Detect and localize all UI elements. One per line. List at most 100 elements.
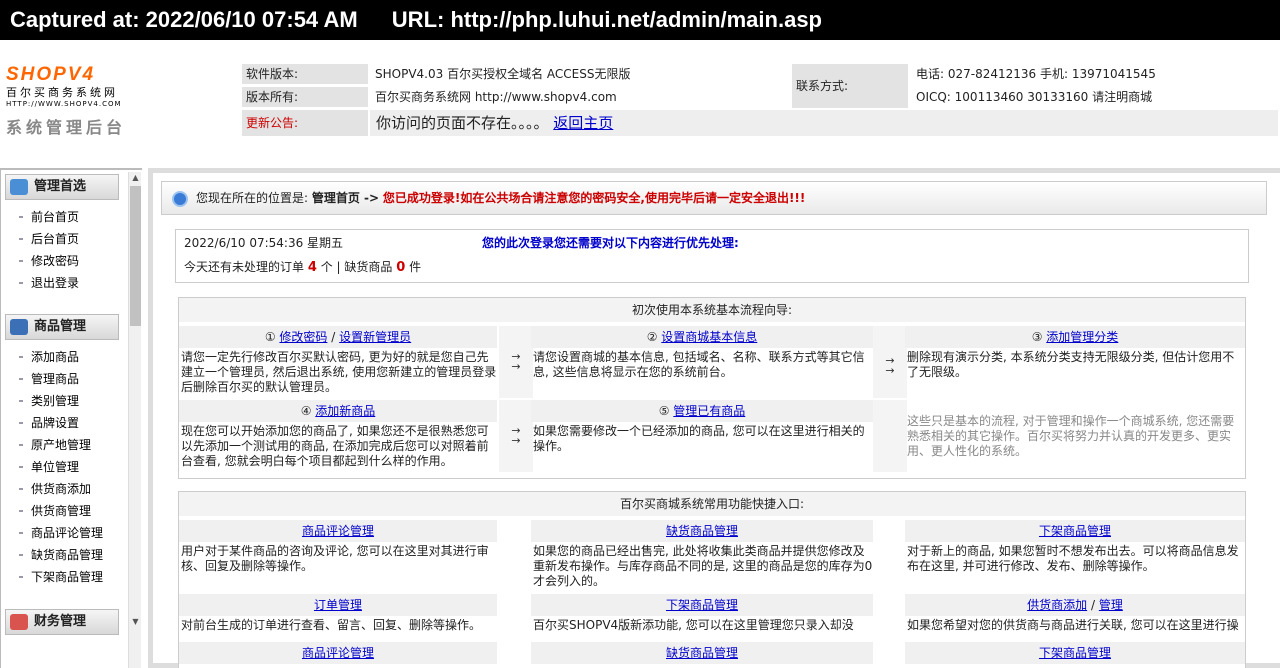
menu-item-origin[interactable]: 原产地管理 bbox=[19, 436, 91, 454]
status-box: 2022/6/10 07:54:36 星期五 您的此次登录您还需要对以下内容进行… bbox=[175, 229, 1249, 283]
quick-link-reviews-2[interactable]: 商品评论管理 bbox=[302, 646, 374, 660]
main-panel: 您现在所在的位置是: 管理首页 -> 您已成功登录!如在公共场合请注意您的密码安… bbox=[148, 168, 1280, 668]
menu-item-add-supplier[interactable]: 供货商添加 bbox=[19, 480, 91, 498]
menu-item-admin-home[interactable]: 后台首页 bbox=[19, 230, 79, 248]
step-1-sep: / bbox=[331, 330, 336, 344]
step-3-link[interactable]: 添加管理分类 bbox=[1046, 330, 1118, 344]
step-3-desc: 删除现有演示分类, 本系统分类支持无限级分类, 但估计您用不了无限级。 bbox=[907, 350, 1235, 379]
quick-desc-1: 用户对于某件商品的咨询及评论, 您可以在这里对其进行审核、回复及删除等操作。 bbox=[181, 544, 489, 573]
wizard-table: 初次使用本系统基本流程向导: ① 修改密码 / 设置新管理员 请您一定先行修改百… bbox=[178, 297, 1246, 479]
quick-item-4: 订单管理 bbox=[179, 594, 497, 616]
owner-value: 百尔买商务系统网 http://www.shopv4.com bbox=[375, 90, 617, 104]
step-2-desc: 请您设置商城的基本信息, 包括域名、名称、联系方式等其它信息, 这些信息将显示在… bbox=[533, 350, 865, 379]
owner-label: 版本所有: bbox=[242, 87, 368, 107]
menu-item-manage-goods[interactable]: 管理商品 bbox=[19, 370, 79, 388]
logo-subtitle: 系统管理后台 bbox=[6, 118, 127, 137]
notice-home-link[interactable]: 返回主页 bbox=[553, 114, 613, 132]
menu-item-logout[interactable]: 退出登录 bbox=[19, 274, 79, 292]
logo-cn: 百尔买商务系统网 bbox=[6, 86, 118, 99]
quick-item-2: 缺货商品管理 bbox=[531, 520, 873, 542]
step-4-num: ④ bbox=[300, 404, 312, 418]
step-1-desc: 请您一定先行修改百尔买默认密码, 更为好的就是您自己先建立一个管理员, 然后退出… bbox=[181, 350, 497, 394]
logo-brand: SHOPV4 bbox=[6, 64, 96, 85]
step-4-desc: 现在您可以开始添加您的商品了, 如果您还不是很熟悉您可以先添加一个测试用的商品,… bbox=[181, 424, 489, 468]
step-5-link[interactable]: 管理已有商品 bbox=[673, 404, 745, 418]
quick-desc-4: 对前台生成的订单进行查看、留言、回复、删除等操作。 bbox=[181, 618, 482, 632]
menu-item-reviews[interactable]: 商品评论管理 bbox=[19, 524, 103, 542]
step-2-link[interactable]: 设置商城基本信息 bbox=[661, 330, 757, 344]
quick-table: 百尔买商城系统常用功能快捷入口: 商品评论管理 用户对于某件商品的咨询及评论, … bbox=[178, 491, 1246, 668]
menu-item-add-goods[interactable]: 添加商品 bbox=[19, 348, 79, 366]
logo: SHOPV4 百尔买商务系统网 HTTP://WWW.SHOPV4.COM 系统… bbox=[6, 64, 146, 140]
goods-icon bbox=[10, 319, 28, 335]
login-datetime: 2022/6/10 07:54:36 星期五 bbox=[184, 236, 344, 250]
notice-label: 更新公告: bbox=[242, 110, 368, 136]
arrow-icon: → → bbox=[873, 326, 907, 398]
section-goods[interactable]: 商品管理 bbox=[5, 314, 119, 340]
info-icon bbox=[172, 191, 188, 207]
quick-desc-6: 如果您希望对您的供货商与商品进行关联, 您可以在这里进行操 bbox=[907, 618, 1239, 632]
menu-item-front-home[interactable]: 前台首页 bbox=[19, 208, 79, 226]
logo-url: HTTP://WWW.SHOPV4.COM bbox=[6, 100, 122, 108]
quick-item-5: 下架商品管理 bbox=[531, 594, 873, 616]
menu-item-brand[interactable]: 品牌设置 bbox=[19, 414, 79, 432]
notice-bar: 你访问的页面不存在。。。。 返回主页 bbox=[370, 110, 1278, 136]
wizard-note: 这些只是基本的流程, 对于管理和操作一个商城系统, 您还需要熟悉相关的其它操作。… bbox=[907, 414, 1235, 458]
quick-desc-2: 如果您的商品已经出售完, 此处将收集此类商品并提供您修改及重新发布操作。与库存商… bbox=[533, 544, 873, 588]
section-finance[interactable]: 财务管理 bbox=[5, 609, 119, 635]
header: SHOPV4 百尔买商务系统网 HTTP://WWW.SHOPV4.COM 系统… bbox=[0, 40, 1280, 140]
quick-link-add-supplier[interactable]: 供货商添加 bbox=[1027, 598, 1087, 612]
step-1-link2[interactable]: 设置新管理员 bbox=[339, 330, 411, 344]
arrow-2b: → bbox=[885, 364, 895, 377]
quick-link-manage-supplier[interactable]: 管理 bbox=[1099, 598, 1123, 612]
quick-link-offshelf-2[interactable]: 下架商品管理 bbox=[666, 598, 738, 612]
menu-item-category[interactable]: 类别管理 bbox=[19, 392, 79, 410]
wizard-step-5: ⑤ 管理已有商品 bbox=[531, 400, 873, 422]
quick-item-9: 下架商品管理 bbox=[905, 642, 1245, 664]
quick-link-orders[interactable]: 订单管理 bbox=[314, 598, 362, 612]
sidebar: ▲ ▼ 管理首选 前台首页 后台首页 修改密码 退出登录 商品管理 添加商品 管… bbox=[0, 168, 142, 668]
quick-link-stockout[interactable]: 缺货商品管理 bbox=[666, 524, 738, 538]
orders-count: 4 bbox=[307, 260, 317, 275]
arrow-3b: → bbox=[511, 434, 521, 447]
login-warning: 您已成功登录!如在公共场合请注意您的密码安全,使用完毕后请一定安全退出!!! bbox=[382, 191, 806, 205]
quick-sep: / bbox=[1090, 598, 1096, 612]
contact-label: 联系方式: bbox=[792, 64, 908, 108]
contact-phone: 电话: 027-82412136 手机: 13971041545 bbox=[916, 67, 1156, 81]
menu-item-unit[interactable]: 单位管理 bbox=[19, 458, 79, 476]
location-prefix: 您现在所在的位置是: bbox=[196, 191, 309, 205]
step-5-num: ⑤ bbox=[658, 404, 670, 418]
step-4-link[interactable]: 添加新商品 bbox=[315, 404, 375, 418]
notice-text: 你访问的页面不存在。。。。 bbox=[376, 114, 549, 132]
sidebar-scrollbar[interactable]: ▲ ▼ bbox=[128, 172, 141, 668]
quick-link-stockout-2[interactable]: 缺货商品管理 bbox=[666, 646, 738, 660]
section-home-title: 管理首选 bbox=[34, 179, 87, 194]
scroll-thumb[interactable] bbox=[130, 186, 141, 326]
step-1-num: ① bbox=[264, 330, 276, 344]
section-home[interactable]: 管理首选 bbox=[5, 174, 119, 200]
stockout-count: 0 bbox=[396, 260, 406, 275]
capture-bar: Captured at: 2022/06/10 07:54 AM URL: ht… bbox=[0, 0, 1280, 40]
capture-url: URL: http://php.luhui.net/admin/main.asp bbox=[391, 7, 822, 32]
scroll-down-icon[interactable]: ▼ bbox=[129, 616, 142, 628]
wizard-title: 初次使用本系统基本流程向导: bbox=[179, 298, 1245, 322]
menu-item-change-password[interactable]: 修改密码 bbox=[19, 252, 79, 270]
section-finance-title: 财务管理 bbox=[34, 614, 87, 629]
menu-item-offshelf[interactable]: 下架商品管理 bbox=[19, 568, 103, 586]
quick-link-offshelf-3[interactable]: 下架商品管理 bbox=[1039, 646, 1111, 660]
contact-qq: OICQ: 100113460 30133160 请注明商城 bbox=[916, 90, 1153, 104]
step-1-link[interactable]: 修改密码 bbox=[279, 330, 327, 344]
order-summary: 今天还有未处理的订单 4 个 | 缺货商品 0 件 bbox=[184, 260, 784, 275]
scroll-up-icon[interactable]: ▲ bbox=[129, 172, 142, 184]
quick-item-6: 供货商添加 / 管理 bbox=[905, 594, 1245, 616]
menu-item-stockout[interactable]: 缺货商品管理 bbox=[19, 546, 103, 564]
version-value: SHOPV4.03 百尔买授权全域名 ACCESS无限版 bbox=[375, 67, 631, 81]
orders-unit: 个 | 缺货商品 bbox=[320, 260, 393, 274]
section-goods-title: 商品管理 bbox=[34, 319, 87, 334]
quick-link-offshelf[interactable]: 下架商品管理 bbox=[1039, 524, 1111, 538]
wizard-step-4: ④ 添加新商品 bbox=[179, 400, 497, 422]
quick-link-reviews[interactable]: 商品评论管理 bbox=[302, 524, 374, 538]
menu-item-manage-supplier[interactable]: 供货商管理 bbox=[19, 502, 91, 520]
sitemap-icon bbox=[10, 179, 28, 195]
quick-item-1: 商品评论管理 bbox=[179, 520, 497, 542]
